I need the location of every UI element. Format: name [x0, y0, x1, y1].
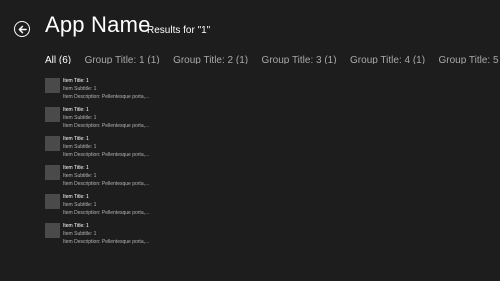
item-subtitle: Item Subtitle: 1	[63, 144, 97, 150]
item-title: Item Title: 1	[63, 194, 89, 200]
item-title: Item Title: 1	[63, 165, 89, 171]
item-subtitle: Item Subtitle: 1	[63, 202, 97, 208]
filter-bar: All (6) Group Title: 1 (1) Group Title: …	[45, 50, 500, 64]
item-thumbnail	[45, 194, 60, 209]
filter-group-4[interactable]: Group Title: 4 (1)	[350, 54, 425, 64]
filter-group-3[interactable]: Group Title: 3 (1)	[262, 54, 337, 64]
item-subtitle: Item Subtitle: 1	[63, 115, 97, 121]
back-arrow-icon	[18, 25, 27, 33]
item-description: Item Description: Pellentesque porta,...	[63, 239, 150, 245]
filter-all[interactable]: All (6)	[45, 54, 71, 64]
item-title: Item Title: 1	[63, 78, 89, 84]
item-thumbnail	[45, 78, 60, 93]
item-description: Item Description: Pellentesque porta,...	[63, 210, 150, 216]
item-description: Item Description: Pellentesque porta,...	[63, 152, 150, 158]
filter-group-5[interactable]: Group Title: 5 (1	[439, 54, 500, 64]
item-title: Item Title: 1	[63, 136, 89, 142]
item-thumbnail	[45, 136, 60, 151]
filter-group-1[interactable]: Group Title: 1 (1)	[85, 54, 160, 64]
item-title: Item Title: 1	[63, 223, 89, 229]
item-thumbnail	[45, 223, 60, 238]
item-title: Item Title: 1	[63, 107, 89, 113]
item-subtitle: Item Subtitle: 1	[63, 86, 97, 92]
page-title: App Name	[45, 12, 151, 37]
item-description: Item Description: Pellentesque porta,...	[63, 123, 150, 129]
search-results-page: App Name Results for "1" All (6) Group T…	[0, 0, 500, 281]
item-description: Item Description: Pellentesque porta,...	[63, 181, 150, 187]
filter-group-2[interactable]: Group Title: 2 (1)	[173, 54, 248, 64]
item-thumbnail	[45, 107, 60, 122]
item-description: Item Description: Pellentesque porta,...	[63, 94, 150, 100]
item-thumbnail	[45, 165, 60, 180]
back-button[interactable]	[14, 21, 30, 37]
results-for-label: Results for "1"	[147, 25, 211, 36]
item-subtitle: Item Subtitle: 1	[63, 231, 97, 237]
item-subtitle: Item Subtitle: 1	[63, 173, 97, 179]
